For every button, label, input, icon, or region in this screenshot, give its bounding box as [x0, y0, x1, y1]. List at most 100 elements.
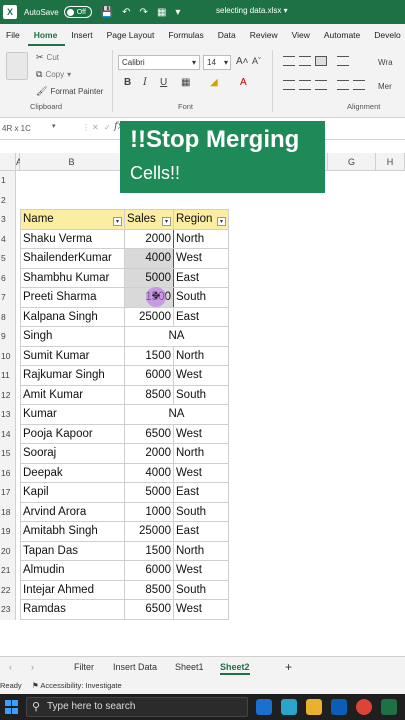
align-center-icon[interactable]: [299, 80, 311, 90]
name-cell[interactable]: Intejar Ahmed: [20, 579, 125, 600]
paste-button[interactable]: [6, 52, 28, 80]
name-cell[interactable]: Preeti Sharma: [20, 287, 125, 308]
region-cell[interactable]: South: [173, 501, 229, 522]
copy-button[interactable]: ⧉ Copy ▾: [36, 69, 71, 80]
filter-dropdown-icon[interactable]: ▾: [162, 216, 171, 226]
autosave-toggle[interactable]: Off: [63, 6, 92, 18]
row-header[interactable]: 20: [0, 541, 16, 561]
tab-developer[interactable]: Develo: [368, 24, 405, 46]
filter-dropdown-icon[interactable]: ▾: [217, 216, 226, 226]
row-header[interactable]: 2: [0, 190, 16, 210]
region-cell[interactable]: East: [173, 306, 229, 327]
sales-cell[interactable]: 8500: [124, 384, 174, 405]
cut-button[interactable]: ✂ Cut: [36, 52, 59, 63]
sales-cell[interactable]: 6500: [124, 599, 174, 620]
sales-cell[interactable]: 4000: [124, 248, 174, 269]
accessibility-status[interactable]: ⚑ Accessibility: Investigate: [32, 681, 122, 690]
column-header-h[interactable]: H: [376, 153, 405, 171]
file-name[interactable]: selecting data.xlsx ▾: [216, 6, 288, 15]
region-cell[interactable]: West: [173, 560, 229, 581]
row-header[interactable]: 4: [0, 229, 16, 249]
mail-icon[interactable]: [331, 699, 347, 715]
sales-cell[interactable]: 6000: [124, 560, 174, 581]
row-header[interactable]: 17: [0, 483, 16, 503]
name-cell[interactable]: Arvind Arora: [20, 501, 125, 522]
task-view-icon[interactable]: [256, 699, 272, 715]
sales-cell[interactable]: 6000: [124, 365, 174, 386]
name-cell[interactable]: Tapan Das: [20, 540, 125, 561]
select-all-corner[interactable]: [0, 153, 16, 171]
row-header[interactable]: 22: [0, 580, 16, 600]
row-header[interactable]: 10: [0, 346, 16, 366]
merged-cell[interactable]: NA: [124, 326, 229, 347]
name-cell[interactable]: Sooraj: [20, 443, 125, 464]
scroll-left-icon[interactable]: ‹: [9, 662, 12, 672]
header-name-cell[interactable]: Name ▾: [20, 209, 125, 230]
enter-icon[interactable]: ✓: [104, 123, 111, 132]
windows-start-icon[interactable]: [5, 700, 19, 714]
row-header[interactable]: 6: [0, 268, 16, 288]
bold-button[interactable]: B: [124, 77, 131, 88]
row-header[interactable]: 13: [0, 405, 16, 425]
row-header[interactable]: 14: [0, 424, 16, 444]
name-cell[interactable]: Singh: [20, 326, 125, 347]
row-header[interactable]: 12: [0, 385, 16, 405]
sales-cell[interactable]: 4000: [124, 462, 174, 483]
borders-icon[interactable]: ▦: [181, 77, 190, 88]
sheet-tab-filter[interactable]: Filter: [74, 662, 94, 672]
align-top-icon[interactable]: [283, 56, 295, 66]
region-cell[interactable]: West: [173, 462, 229, 483]
tab-automate[interactable]: Automate: [318, 24, 368, 46]
spreadsheet-grid[interactable]: A B C D E F G H 123456789101112131415161…: [0, 153, 405, 653]
name-cell[interactable]: Pooja Kapoor: [20, 423, 125, 444]
row-header[interactable]: 16: [0, 463, 16, 483]
name-cell[interactable]: Shambhu Kumar: [20, 267, 125, 288]
undo-icon[interactable]: ↶: [122, 7, 130, 18]
sheet-tab-sheet1[interactable]: Sheet1: [175, 662, 204, 672]
filter-dropdown-icon[interactable]: ▾: [113, 216, 122, 226]
format-painter-button[interactable]: 🖌 Format Painter: [36, 86, 103, 97]
sales-cell[interactable]: 8500: [124, 579, 174, 600]
scroll-right-icon[interactable]: ›: [31, 662, 34, 672]
name-cell[interactable]: Almudin: [20, 560, 125, 581]
sales-cell[interactable]: 2000: [124, 443, 174, 464]
sales-cell[interactable]: 1500: [124, 345, 174, 366]
header-sales-cell[interactable]: Sales ▾: [124, 209, 174, 230]
name-cell[interactable]: Amitabh Singh: [20, 521, 125, 542]
name-cell[interactable]: Ramdas: [20, 599, 125, 620]
row-header[interactable]: 11: [0, 366, 16, 386]
sales-cell[interactable]: 5000: [124, 267, 174, 288]
merge-center-button[interactable]: Mer: [378, 82, 392, 91]
font-name-select[interactable]: Calibri ▾: [118, 55, 200, 70]
name-cell[interactable]: Shaku Verma: [20, 228, 125, 249]
font-size-select[interactable]: 14 ▾: [203, 55, 231, 70]
region-cell[interactable]: North: [173, 228, 229, 249]
save-icon[interactable]: 💾: [101, 7, 113, 18]
font-color-icon[interactable]: A: [240, 77, 247, 88]
merged-cell[interactable]: NA: [124, 404, 229, 425]
region-cell[interactable]: West: [173, 423, 229, 444]
sales-cell[interactable]: 6500: [124, 423, 174, 444]
cancel-icon[interactable]: ✕: [92, 123, 99, 132]
row-header[interactable]: 18: [0, 502, 16, 522]
chevron-down-icon[interactable]: ▾: [52, 122, 56, 130]
region-cell[interactable]: North: [173, 345, 229, 366]
name-cell[interactable]: Kalpana Singh: [20, 306, 125, 327]
wrap-text-button[interactable]: Wra: [378, 58, 393, 67]
row-header[interactable]: 15: [0, 444, 16, 464]
tab-review[interactable]: Review: [244, 24, 286, 46]
row-header[interactable]: 9: [0, 327, 16, 347]
name-cell[interactable]: Kumar: [20, 404, 125, 425]
row-header[interactable]: 19: [0, 522, 16, 542]
align-left-icon[interactable]: [283, 80, 295, 90]
region-cell[interactable]: East: [173, 267, 229, 288]
region-cell[interactable]: West: [173, 248, 229, 269]
decrease-font-icon[interactable]: Aˇ: [252, 56, 261, 66]
excel-app-icon[interactable]: [381, 699, 397, 715]
taskbar-search[interactable]: ⚲ Type here to search: [26, 697, 248, 717]
row-header[interactable]: 8: [0, 307, 16, 327]
header-region-cell[interactable]: Region ▾: [173, 209, 229, 230]
decrease-indent-icon[interactable]: [337, 80, 349, 90]
region-cell[interactable]: North: [173, 443, 229, 464]
increase-font-icon[interactable]: A˄: [236, 56, 249, 67]
